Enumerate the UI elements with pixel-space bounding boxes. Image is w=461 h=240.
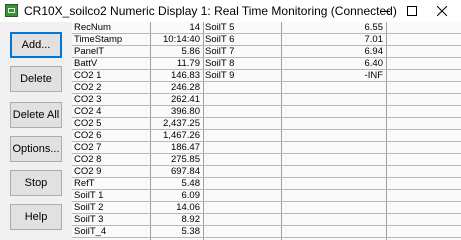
field-name[interactable]: CO2 1 [72, 70, 150, 82]
maximize-button[interactable] [397, 0, 427, 22]
help-button[interactable]: Help [10, 204, 62, 230]
field-value[interactable]: 6.94 [281, 46, 384, 58]
field-value[interactable]: 5.38 [150, 226, 201, 238]
field-name[interactable]: CO2 5 [72, 118, 150, 130]
field-name[interactable]: SoilT_4 [72, 226, 150, 238]
window-title: CR10X_soilco2 Numeric Display 1: Real Ti… [24, 4, 397, 18]
field-value[interactable]: 8.92 [150, 214, 201, 226]
add-button[interactable]: Add... [10, 32, 62, 58]
field-name[interactable]: CO2 8 [72, 154, 150, 166]
app-icon [5, 4, 18, 17]
field-name[interactable]: CO2 2 [72, 82, 150, 94]
field-name[interactable]: SoilT 8 [203, 58, 281, 70]
field-value[interactable]: 1,467.26 [150, 130, 200, 142]
field-name[interactable]: PanelT [72, 46, 150, 58]
field-name[interactable]: SoilT 9 [203, 70, 281, 82]
field-value[interactable]: 246.28 [150, 82, 200, 94]
field-name[interactable]: SoilT 7 [203, 46, 281, 58]
field-value[interactable]: 7.01 [281, 34, 384, 46]
field-value[interactable]: 697.84 [150, 166, 200, 178]
field-value[interactable]: 10:14:40 [150, 34, 200, 46]
field-value[interactable]: 396.80 [150, 106, 200, 118]
field-name[interactable]: CO2 6 [72, 130, 150, 142]
field-value[interactable]: 11.79 [150, 58, 200, 70]
field-value[interactable]: 146.83 [150, 70, 200, 82]
field-value[interactable]: -INF [281, 70, 383, 82]
field-name[interactable]: CO2 9 [72, 166, 150, 178]
field-name[interactable]: SoilT 1 [72, 190, 150, 202]
field-value[interactable]: 186.47 [150, 142, 200, 154]
delete-all-button[interactable]: Delete All [10, 102, 62, 128]
close-button[interactable] [427, 0, 457, 22]
field-value[interactable]: 5.86 [150, 46, 201, 58]
field-name[interactable]: SoilT 3 [72, 214, 150, 226]
close-icon [437, 6, 447, 16]
field-value[interactable]: 262.41 [150, 94, 200, 106]
field-value[interactable]: 14 [150, 22, 200, 34]
field-value[interactable]: 275.85 [150, 154, 200, 166]
title-bar[interactable]: CR10X_soilco2 Numeric Display 1: Real Ti… [0, 0, 461, 23]
maximize-icon [407, 6, 417, 16]
field-name[interactable]: CO2 3 [72, 94, 150, 106]
field-value[interactable]: 6.09 [150, 190, 201, 202]
field-name[interactable]: SoilT 2 [72, 202, 150, 214]
options-button[interactable]: Options... [10, 136, 62, 162]
field-value[interactable]: 2,437.25 [150, 118, 200, 130]
field-name[interactable]: CO2 4 [72, 106, 150, 118]
field-name[interactable]: SoilT 5 [203, 22, 281, 34]
field-name[interactable]: RefT [72, 178, 150, 190]
field-name[interactable]: RecNum [72, 22, 150, 34]
field-name[interactable]: TimeStamp [72, 34, 150, 46]
stop-button[interactable]: Stop [10, 170, 62, 196]
delete-button[interactable]: Delete [10, 66, 62, 92]
field-name[interactable]: CO2 7 [72, 142, 150, 154]
field-value[interactable]: 6.40 [281, 58, 384, 70]
field-value[interactable]: 6.55 [281, 22, 384, 34]
field-name[interactable]: SoilT 6 [203, 34, 281, 46]
field-value[interactable]: 5.48 [150, 178, 201, 190]
field-value[interactable]: 14.06 [150, 202, 200, 214]
minimize-icon [380, 11, 390, 12]
field-name[interactable]: BattV [72, 58, 150, 70]
numeric-display-grid[interactable]: RecNum 14 TimeStamp 10:14:40 PanelT 5.86 BattV… [72, 22, 461, 240]
minimize-button[interactable] [370, 0, 400, 22]
